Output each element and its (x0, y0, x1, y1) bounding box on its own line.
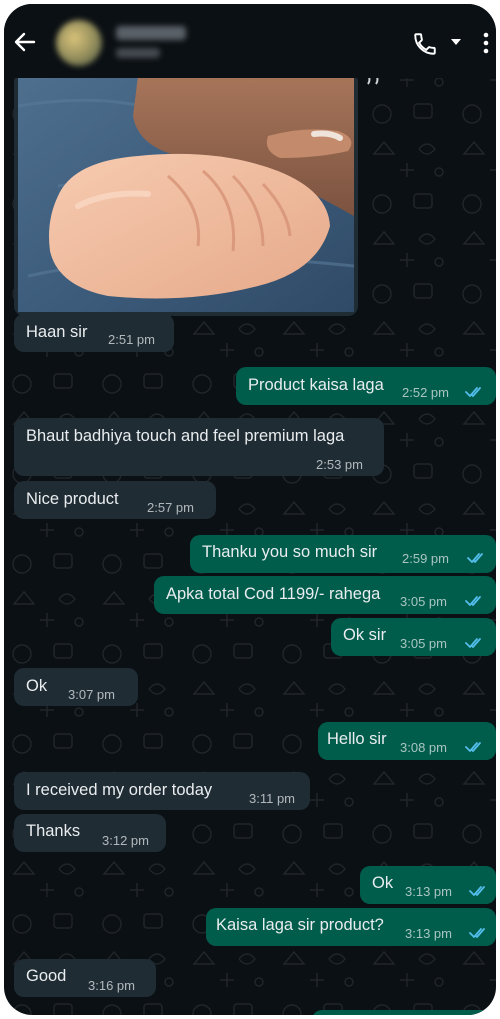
message-text: Haan sir (26, 323, 88, 341)
message-outgoing[interactable]: Apka total Cod 1199/- rahega 3:05 pm (154, 576, 496, 614)
message-time: 3:07 pm (68, 687, 115, 702)
message-text: Apka total Cod 1199/- rahega (166, 585, 381, 603)
message-text: Thanku you so much sir (202, 543, 378, 561)
message-time: 2:59 pm (402, 551, 449, 566)
message-text: Nice product (26, 490, 119, 508)
chat-header (4, 4, 496, 78)
message-time: 3:05 pm (400, 636, 447, 651)
contact-status-blurred (116, 48, 160, 58)
message-incoming[interactable]: Thanks 3:12 pm (14, 814, 166, 852)
message-text: Hello sir (327, 730, 387, 748)
message-incoming[interactable]: Bhaut badhiya touch and feel premium lag… (14, 418, 384, 476)
message-time: 3:16 pm (88, 978, 135, 993)
message-incoming[interactable]: Nice product 2:57 pm (14, 481, 216, 519)
message-text: Ok (372, 874, 394, 892)
message-time: 2:52 pm (402, 385, 449, 400)
arrow-left-icon[interactable] (12, 29, 38, 55)
read-receipt-icon (465, 596, 481, 606)
message-time: 3:11 pm (249, 791, 296, 806)
message-outgoing[interactable]: Thanku you so much sir 2:59 pm (190, 535, 496, 573)
triangle-down-icon[interactable] (450, 37, 462, 47)
clipped-outgoing-bubble (312, 1010, 496, 1015)
read-receipt-icon (469, 928, 485, 938)
message-time: 2:57 pm (147, 500, 194, 515)
received-photo[interactable] (18, 76, 354, 312)
message-outgoing[interactable]: Hello sir 3:08 pm (318, 722, 496, 760)
message-text: Kaisa laga sir product? (216, 916, 384, 934)
message-text: Thanks (26, 822, 81, 840)
message-text: Ok (26, 677, 48, 695)
message-incoming[interactable]: Haan sir 2:51 pm (14, 314, 174, 352)
message-incoming[interactable]: Ok 3:07 pm (14, 668, 138, 706)
read-receipt-icon (465, 387, 481, 397)
phone-icon[interactable] (412, 31, 438, 57)
message-incoming[interactable]: I received my order today 3:11 pm (14, 772, 310, 810)
read-receipt-icon (465, 638, 481, 648)
message-text: Product kaisa laga (248, 376, 384, 394)
message-text: I received my order today (26, 781, 213, 799)
message-time: 2:51 pm (108, 332, 155, 347)
message-text: Ok sir (343, 626, 387, 644)
message-outgoing[interactable]: Ok 3:13 pm (360, 866, 496, 904)
contact-name-blurred[interactable] (116, 26, 186, 40)
chat-screen: Haan sir 2:51 pm Product kaisa laga 2:52… (4, 4, 496, 1015)
read-receipt-icon (467, 553, 483, 563)
message-incoming[interactable]: Good 3:16 pm (14, 959, 156, 997)
read-receipt-icon (469, 886, 485, 896)
image-message[interactable] (14, 72, 358, 316)
message-outgoing[interactable]: Product kaisa laga 2:52 pm (236, 367, 496, 405)
message-time: 3:13 pm (405, 926, 452, 941)
read-receipt-icon (465, 742, 481, 752)
vertical-dots-icon[interactable] (482, 30, 490, 56)
contact-avatar[interactable] (56, 20, 102, 66)
message-text: Good (26, 967, 67, 985)
message-time: 3:12 pm (102, 833, 149, 848)
message-time: 3:13 pm (405, 884, 452, 899)
message-time: 3:08 pm (400, 740, 447, 755)
message-time: 2:53 pm (316, 457, 363, 472)
message-outgoing[interactable]: Kaisa laga sir product? 3:13 pm (206, 908, 496, 946)
message-outgoing[interactable]: Ok sir 3:05 pm (331, 618, 496, 656)
message-text: Bhaut badhiya touch and feel premium lag… (26, 427, 345, 445)
message-time: 3:05 pm (400, 594, 447, 609)
